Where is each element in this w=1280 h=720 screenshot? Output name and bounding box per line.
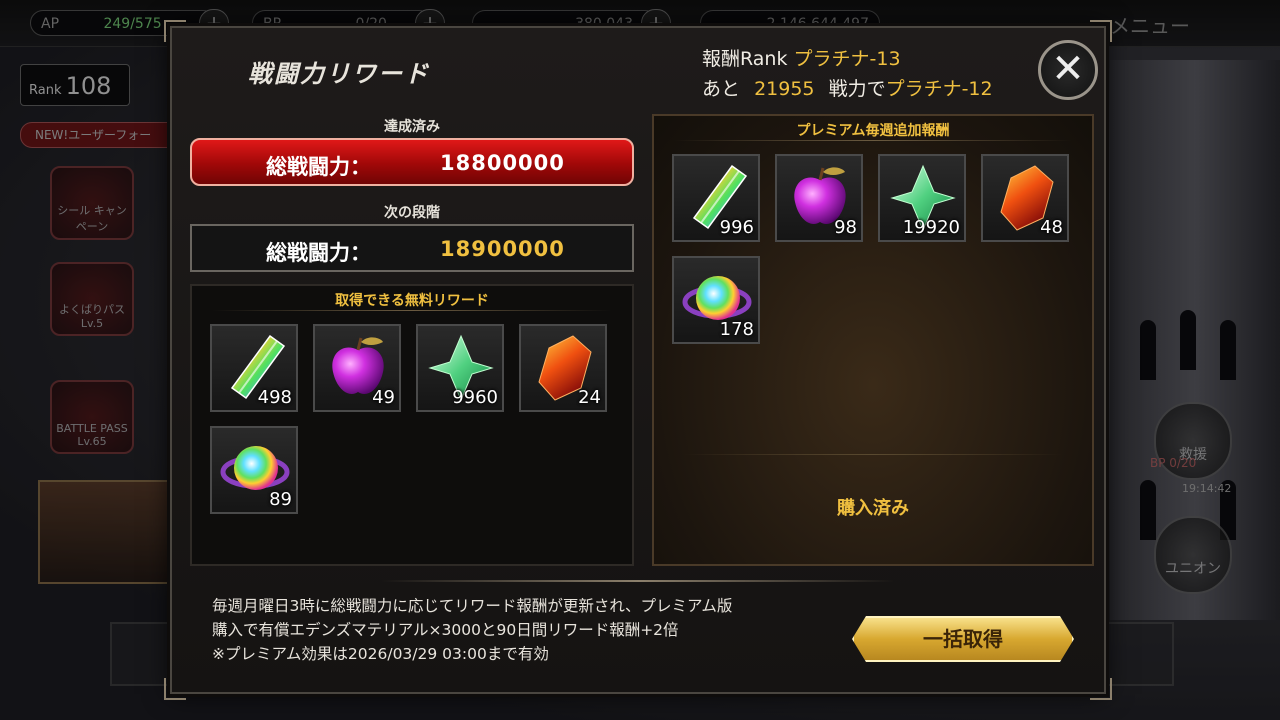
reward-item[interactable]: 24	[519, 324, 607, 412]
achieved-key: 総戦闘力：	[266, 155, 371, 179]
item-count: 19920	[902, 217, 960, 238]
header-divider	[212, 310, 612, 311]
item-count: 9960	[452, 387, 498, 408]
reward-item[interactable]: 89	[210, 426, 298, 514]
frame-corner	[164, 678, 186, 700]
purchased-status: 購入済み	[837, 498, 909, 519]
item-count: 48	[1040, 217, 1063, 238]
reward-item[interactable]: 98	[775, 154, 863, 242]
reward-rank-info: 報酬Rank プラチナ-13 あと 21955 戦力でプラチナ-12	[702, 44, 993, 104]
reward-item[interactable]: 9960	[416, 324, 504, 412]
dialog-title: 戦闘力リワード	[248, 60, 430, 88]
reward-item[interactable]: 48	[981, 154, 1069, 242]
achieved-power-bar: 総戦闘力： 18800000	[190, 138, 634, 186]
next-amount: 21955	[754, 78, 815, 100]
next-stage-value: 18900000	[440, 237, 565, 261]
achieved-label: 達成済み	[384, 119, 440, 135]
achieved-value: 18800000	[440, 151, 565, 175]
premium-rewards-header: プレミアム毎週追加報酬	[796, 123, 950, 139]
reward-item[interactable]: 19920	[878, 154, 966, 242]
close-button[interactable]: ✕	[1038, 40, 1098, 100]
close-icon: ✕	[1051, 46, 1085, 92]
item-count: 498	[257, 387, 292, 408]
purchased-divider	[684, 454, 1062, 455]
next-stage-key: 総戦闘力：	[266, 241, 371, 265]
next-stage-power-bar: 総戦闘力： 18900000	[190, 224, 634, 272]
next-stage-label: 次の段階	[384, 205, 440, 221]
header-divider	[674, 140, 1072, 141]
combat-power-reward-dialog: 戦闘力リワード 報酬Rank プラチナ-13 あと 21955 戦力でプラチナ-…	[164, 20, 1112, 700]
reward-item[interactable]: 49	[313, 324, 401, 412]
reward-note: 毎週月曜日3時に総戦闘力に応じてリワード報酬が更新され、プレミアム版 購入で有償…	[212, 594, 732, 666]
footer-divider	[382, 580, 894, 582]
item-count: 49	[372, 387, 395, 408]
reward-item[interactable]: 178	[672, 256, 760, 344]
next-rank-line: あと 21955 戦力でプラチナ-12	[702, 74, 993, 104]
reward-item[interactable]: 498	[210, 324, 298, 412]
premium-rewards-panel: プレミアム毎週追加報酬 996 98 19920 48 178 購入済み	[652, 114, 1094, 566]
note-line: 購入で有償エデンズマテリアル×3000と90日間リワード報酬+2倍	[212, 621, 679, 639]
item-count: 178	[719, 319, 754, 340]
item-count: 24	[578, 387, 601, 408]
reward-rank-line: 報酬Rank プラチナ-13	[702, 44, 993, 74]
next-rank: プラチナ-12	[885, 78, 993, 100]
free-rewards-header: 取得できる無料リワード	[335, 293, 489, 309]
item-count: 89	[269, 489, 292, 510]
note-line: 毎週月曜日3時に総戦闘力に応じてリワード報酬が更新され、プレミアム版	[212, 597, 733, 615]
next-mid: 戦力で	[828, 78, 886, 100]
next-prefix: あと	[702, 78, 741, 100]
collect-all-button[interactable]: 一括取得	[852, 616, 1074, 662]
frame-corner	[1090, 20, 1112, 42]
note-line: ※プレミアム効果は2026/03/29 03:00まで有効	[212, 645, 549, 663]
item-count: 996	[719, 217, 754, 238]
free-rewards-panel: 取得できる無料リワード 498 49 9960 24 89	[190, 284, 634, 566]
frame-corner	[164, 20, 186, 42]
frame-corner	[1090, 678, 1112, 700]
reward-rank-label: 報酬Rank	[702, 48, 788, 70]
item-count: 98	[834, 217, 857, 238]
reward-item[interactable]: 996	[672, 154, 760, 242]
reward-rank-value: プラチナ-13	[793, 48, 901, 70]
